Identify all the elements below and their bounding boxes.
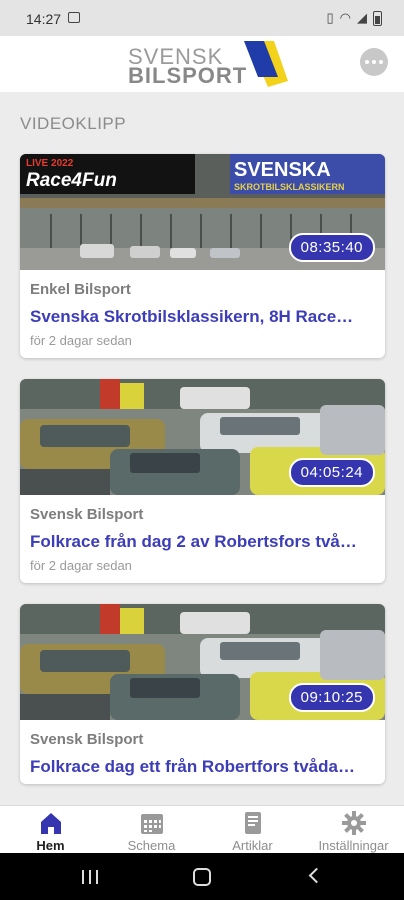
document-icon xyxy=(244,812,261,834)
calendar-icon xyxy=(140,814,163,834)
video-published: för 2 dagar sedan xyxy=(30,333,132,348)
video-thumbnail[interactable]: 09:10:25 xyxy=(20,604,385,720)
more-options-button[interactable] xyxy=(360,48,388,76)
video-published: för 2 dagar sedan xyxy=(30,558,132,573)
video-card[interactable]: LIVE 2022 Race4Fun SVENSKA SKROTBILSKLAS… xyxy=(20,154,385,358)
logo-mark-icon xyxy=(244,41,288,87)
thumb-svenska-label: SVENSKA xyxy=(234,159,331,181)
more-dot-icon xyxy=(379,60,383,64)
video-thumbnail[interactable]: LIVE 2022 Race4Fun SVENSKA SKROTBILSKLAS… xyxy=(20,154,385,270)
video-thumbnail[interactable]: 04:05:24 xyxy=(20,379,385,495)
vibrate-icon: ▯ xyxy=(326,10,334,25)
nav-item-home[interactable]: Hem xyxy=(0,806,101,853)
more-dot-icon xyxy=(372,60,376,64)
video-duration-badge: 08:35:40 xyxy=(288,233,375,262)
status-icons: ▯ ◠ ◢ xyxy=(326,10,382,26)
system-back-button[interactable] xyxy=(308,867,325,884)
video-card[interactable]: 04:05:24 Svensk Bilsport Folkrace från d… xyxy=(20,379,385,583)
bottom-navigation: Hem Schema Artiklar Inställningar xyxy=(0,805,404,853)
nav-item-installningar[interactable]: Inställningar xyxy=(303,806,404,853)
video-title[interactable]: Svenska Skrotbilsklassikern, 8H Race… xyxy=(30,307,375,327)
video-duration-badge: 09:10:25 xyxy=(288,683,375,712)
recent-apps-button[interactable] xyxy=(82,870,98,884)
video-channel: Enkel Bilsport xyxy=(30,281,131,298)
system-home-button[interactable] xyxy=(193,868,211,886)
signal-icon: ◢ xyxy=(357,10,367,25)
section-title: VIDEOKLIPP xyxy=(20,114,127,133)
video-card[interactable]: 09:10:25 Svensk Bilsport Folkrace dag et… xyxy=(20,604,385,784)
more-dot-icon xyxy=(365,60,369,64)
thumb-skrotbil-label: SKROTBILSKLASSIKERN xyxy=(234,182,345,192)
gear-icon xyxy=(341,811,366,835)
nav-label-installningar: Inställningar xyxy=(318,838,389,853)
home-icon xyxy=(40,813,61,834)
thumb-live-label: LIVE 2022 xyxy=(26,158,74,169)
video-channel: Svensk Bilsport xyxy=(30,506,144,523)
app-bar: SVENSK BILSPORT xyxy=(0,36,404,92)
nav-label-artiklar: Artiklar xyxy=(232,838,273,853)
system-navigation-bar xyxy=(0,853,404,900)
image-notification-icon xyxy=(68,12,80,23)
wifi-icon: ◠ xyxy=(339,10,351,25)
video-channel: Svensk Bilsport xyxy=(30,731,144,748)
status-bar: 14:27 ▯ ◠ ◢ xyxy=(0,0,404,36)
video-card-body: Svensk Bilsport Folkrace från dag 2 av R… xyxy=(20,495,385,583)
nav-label-home: Hem xyxy=(36,838,65,853)
video-card-body: Svensk Bilsport Folkrace dag ett från Ro… xyxy=(20,720,385,784)
thumb-race4fun-label: Race4Fun xyxy=(26,170,117,191)
brand-logo: SVENSK BILSPORT xyxy=(128,41,288,88)
video-duration-badge: 04:05:24 xyxy=(288,458,375,487)
nav-item-artiklar[interactable]: Artiklar xyxy=(202,806,303,853)
nav-label-schema: Schema xyxy=(127,838,176,853)
video-title[interactable]: Folkrace dag ett från Robertfors tvåda… xyxy=(30,757,375,777)
nav-item-schema[interactable]: Schema xyxy=(101,806,202,853)
video-title[interactable]: Folkrace från dag 2 av Robertsfors två… xyxy=(30,532,375,552)
video-card-body: Enkel Bilsport Svenska Skrotbilsklassike… xyxy=(20,270,385,358)
logo-line2: BILSPORT xyxy=(128,63,248,88)
status-time: 14:27 xyxy=(26,11,62,27)
battery-icon xyxy=(373,10,382,26)
